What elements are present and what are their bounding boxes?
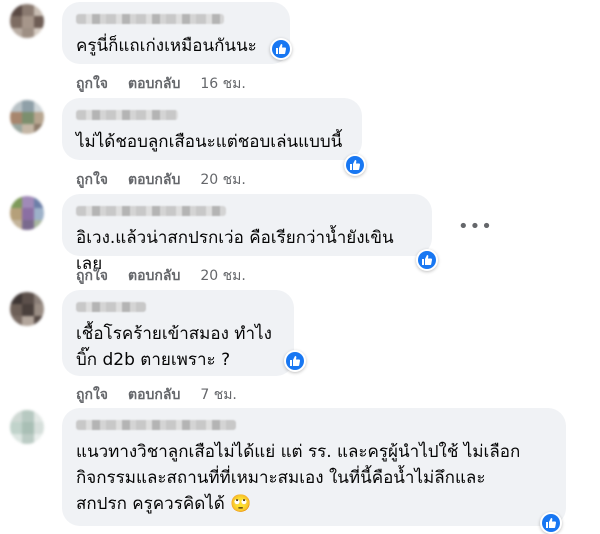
like-reaction-badge[interactable] (540, 512, 562, 534)
comment-actions: ถูกใจ ตอบกลับ 20 ชม. (76, 265, 246, 287)
avatar[interactable] (10, 100, 44, 134)
comment-actions: ถูกใจ ตอบกลับ 20 ชม. (76, 169, 246, 191)
reply-link[interactable]: ตอบกลับ (128, 169, 180, 191)
comment-bubble: แนวทางวิชาลูกเสือไม่ได้แย่ แต่ รร. และคร… (62, 408, 566, 526)
timestamp[interactable]: 20 ชม. (200, 169, 245, 191)
like-reaction-badge[interactable] (284, 350, 306, 372)
comment-text: เชื้อโรคร้ายเข้าสมอง ทำไง บิ๊ก d2b ตายเพ… (76, 324, 272, 370)
timestamp[interactable]: 20 ชม. (200, 265, 245, 287)
thumbs-up-icon (350, 160, 361, 170)
avatar[interactable] (10, 410, 44, 444)
thumbs-up-icon (546, 518, 557, 528)
comment-text: ไม่ได้ชอบลูกเสือนะแต่ชอบเล่นแบบนี้ (76, 132, 343, 152)
timestamp[interactable]: 7 ชม. (200, 384, 237, 406)
like-reaction-badge[interactable] (344, 154, 366, 176)
like-link[interactable]: ถูกใจ (76, 384, 108, 406)
thumbs-up-icon (276, 44, 287, 54)
avatar[interactable] (10, 196, 44, 230)
comment-text-body: แนวทางวิชาลูกเสือไม่ได้แย่ แต่ รร. และคร… (76, 442, 521, 514)
like-link[interactable]: ถูกใจ (76, 265, 108, 287)
reply-link[interactable]: ตอบกลับ (128, 265, 180, 287)
thumbs-up-icon (290, 356, 301, 366)
comment-bubble: ครูนี่ก็แถเก่งเหมือนกันนะ (62, 2, 290, 64)
reply-link[interactable]: ตอบกลับ (128, 384, 180, 406)
comment-actions: ถูกใจ ตอบกลับ 16 ชม. (76, 73, 246, 95)
avatar[interactable] (10, 4, 44, 38)
author-name-redacted[interactable] (76, 14, 224, 24)
like-reaction-badge[interactable] (416, 249, 438, 271)
thumbs-up-icon (422, 255, 433, 265)
like-link[interactable]: ถูกใจ (76, 169, 108, 191)
like-reaction-badge[interactable] (270, 38, 292, 60)
eye-roll-emoji: 🙄 (230, 494, 252, 514)
author-name-redacted[interactable] (76, 420, 236, 430)
comment-text: ครูนี่ก็แถเก่งเหมือนกันนะ (76, 36, 257, 56)
author-name-redacted[interactable] (76, 206, 226, 216)
author-name-redacted[interactable] (76, 110, 178, 120)
comment-bubble: ไม่ได้ชอบลูกเสือนะแต่ชอบเล่นแบบนี้ (62, 98, 362, 160)
like-link[interactable]: ถูกใจ (76, 73, 108, 95)
timestamp[interactable]: 16 ชม. (200, 73, 245, 95)
comment-bubble: อิเวง.แล้วน่าสกปรกเว่อ คือเรียกว่าน้ำยัง… (62, 194, 432, 274)
avatar[interactable] (10, 292, 44, 326)
comment-bubble: เชื้อโรคร้ายเข้าสมอง ทำไง บิ๊ก d2b ตายเพ… (62, 290, 294, 376)
more-options-icon[interactable]: ••• (458, 216, 493, 237)
reply-link[interactable]: ตอบกลับ (128, 73, 180, 95)
comment-actions: ถูกใจ ตอบกลับ 7 ชม. (76, 384, 237, 406)
author-name-redacted[interactable] (76, 302, 146, 312)
comment-text: แนวทางวิชาลูกเสือไม่ได้แย่ แต่ รร. และคร… (76, 439, 552, 517)
